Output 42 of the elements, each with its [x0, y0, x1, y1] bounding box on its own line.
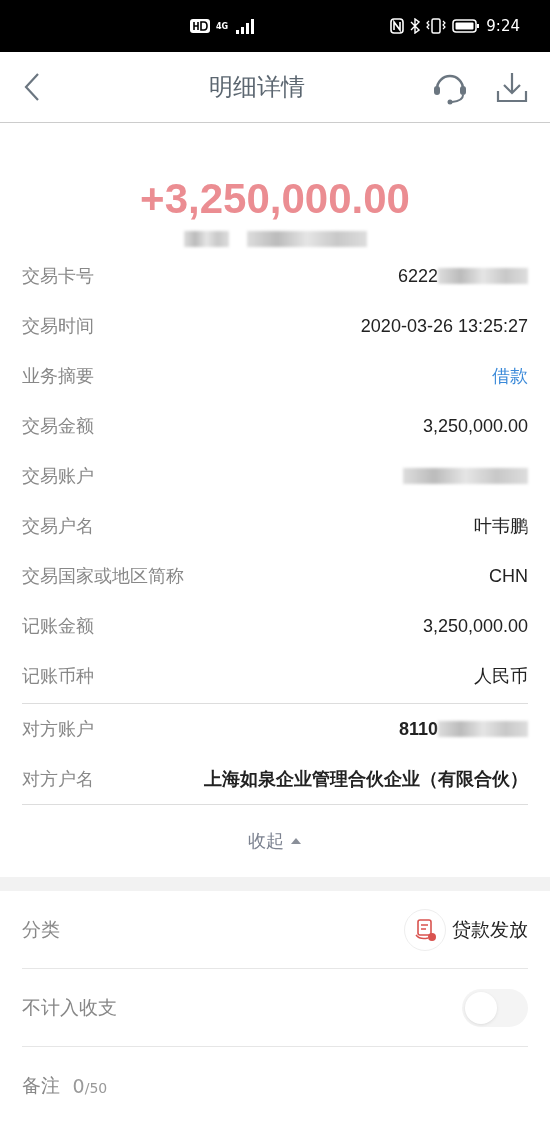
setting-label: 不计入收支 — [22, 994, 118, 1020]
field-label: 对方户名 — [22, 767, 95, 791]
field-value[interactable]: 借款 — [492, 364, 528, 388]
blurred-note — [183, 231, 229, 247]
field-value: 8110 — [398, 718, 438, 740]
vibrate-icon — [426, 18, 447, 34]
field-label: 对方账户 — [22, 717, 95, 741]
field-value: 上海如泉企业管理合伙企业（有限合伙） — [204, 768, 528, 791]
field-label: 交易国家或地区简称 — [22, 564, 185, 588]
network-label: 4G — [216, 21, 229, 31]
bluetooth-icon — [410, 18, 421, 34]
collapse-button[interactable]: 收起 — [0, 805, 550, 877]
clock: 9:24 — [486, 17, 520, 35]
battery-icon — [452, 18, 481, 34]
page-title: 明细详情 — [208, 72, 306, 103]
setting-label: 备注 — [22, 1072, 61, 1098]
field-label: 记账金额 — [22, 614, 95, 638]
hd-icon — [190, 19, 210, 33]
field-label: 交易卡号 — [22, 264, 95, 288]
caret-icon — [290, 837, 302, 845]
field-value: 6222 — [397, 265, 438, 287]
field-label: 交易户名 — [22, 514, 95, 538]
field-value: 3,250,000.00 — [422, 615, 528, 637]
field-label: 记账币种 — [22, 664, 95, 688]
field-value: 叶韦鹏 — [474, 515, 528, 538]
toggle-switch[interactable] — [462, 988, 528, 1027]
field-value: 3,250,000.00 — [422, 415, 528, 437]
field-label: 交易时间 — [22, 314, 95, 338]
amount: +3,250,000.00 — [139, 175, 411, 223]
field-value: 人民币 — [474, 665, 528, 688]
field-label: 交易账户 — [22, 464, 95, 488]
category-value[interactable]: 贷款发放 — [452, 916, 528, 943]
back-icon[interactable] — [22, 71, 42, 103]
signal-icon — [234, 18, 257, 34]
field-label: 业务摘要 — [22, 364, 95, 388]
field-label: 交易金额 — [22, 414, 95, 438]
nfc-icon — [390, 18, 405, 34]
field-value: 2020-03-26 13:25:27 — [360, 315, 528, 337]
setting-label: 分类 — [22, 916, 61, 942]
field-value: CHN — [489, 565, 528, 587]
char-counter: 0/50 — [72, 1074, 109, 1097]
download-icon[interactable] — [496, 71, 528, 103]
